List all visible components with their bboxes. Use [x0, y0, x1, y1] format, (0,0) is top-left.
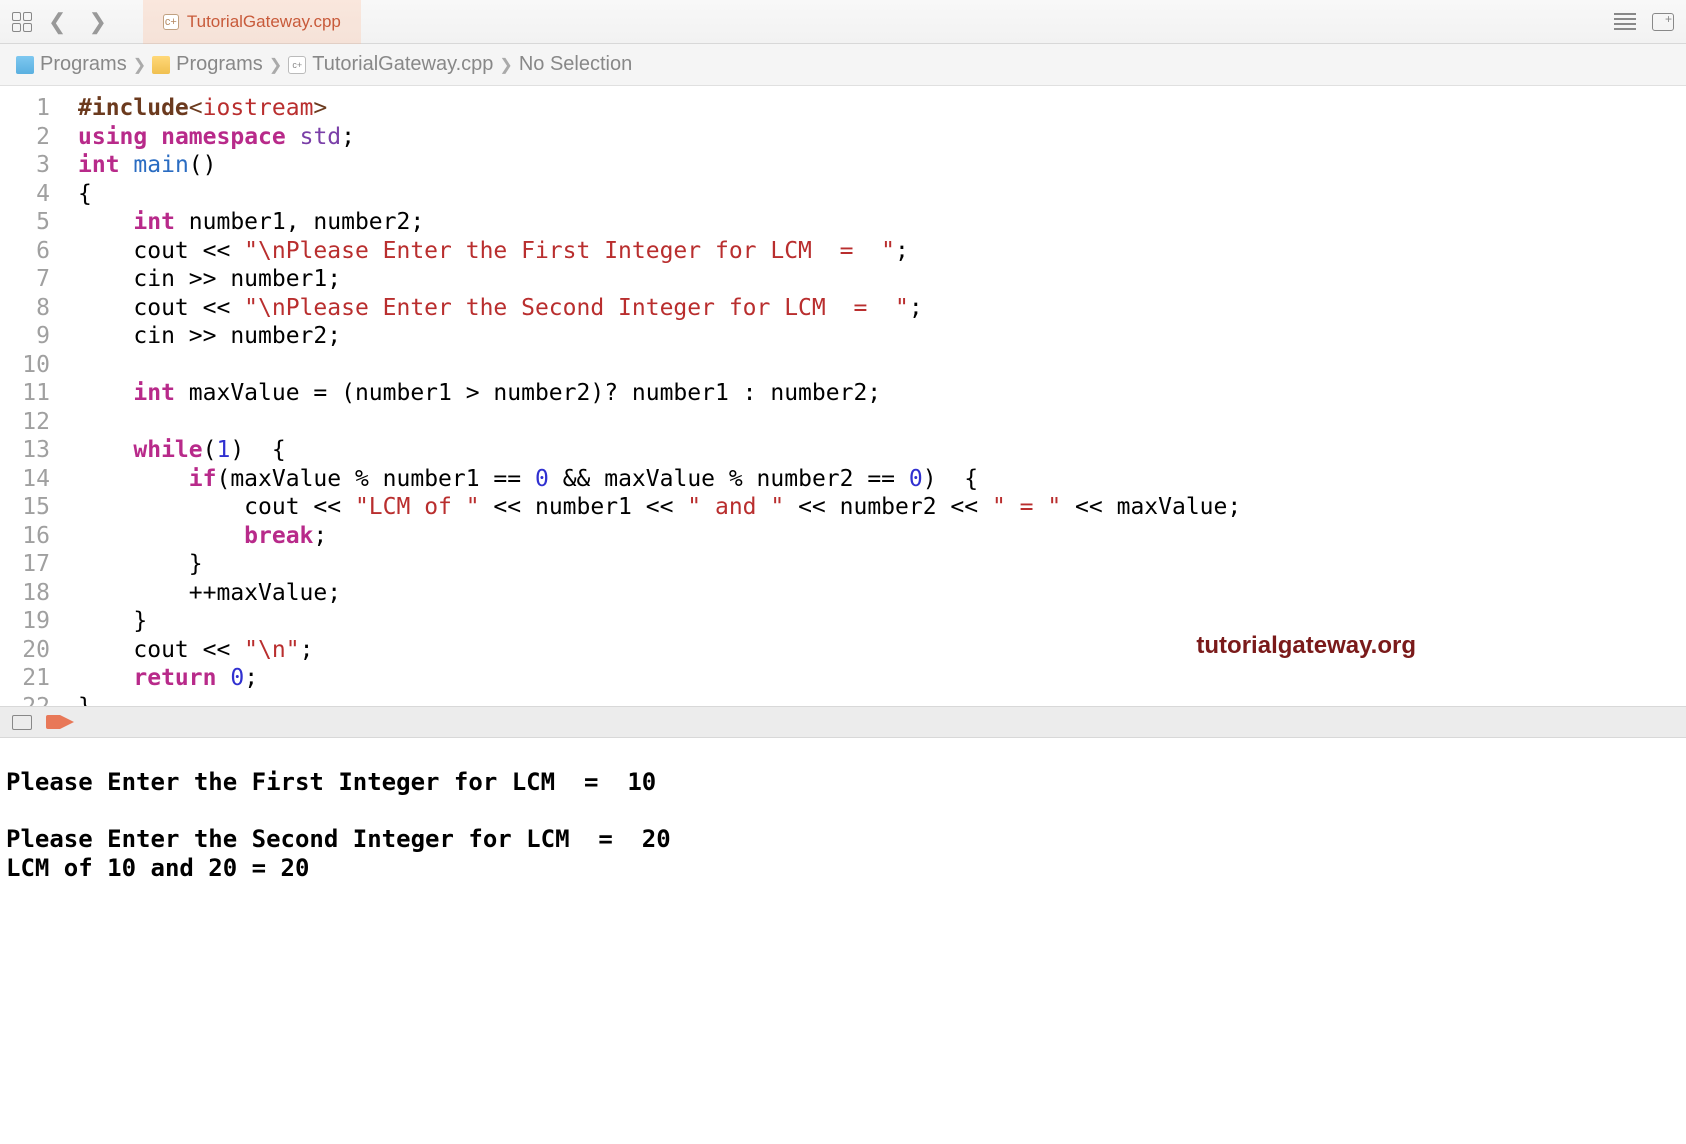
console-line: LCM of 10 and 20 = 20: [6, 854, 309, 882]
console-output[interactable]: Please Enter the First Integer for LCM =…: [0, 738, 1686, 890]
code-content[interactable]: #include<iostream> using namespace std; …: [64, 86, 1686, 706]
lines-icon[interactable]: [1614, 13, 1636, 30]
file-tab[interactable]: c+ TutorialGateway.cpp: [143, 0, 361, 44]
console-panel-icon[interactable]: [12, 715, 32, 730]
tab-label: TutorialGateway.cpp: [187, 12, 341, 32]
cpp-icon: c+: [288, 56, 306, 74]
top-toolbar: ❮ ❯ c+ TutorialGateway.cpp: [0, 0, 1686, 44]
breadcrumb-item[interactable]: Programs: [40, 53, 127, 76]
back-arrow-icon[interactable]: ❮: [42, 9, 72, 35]
chevron-right-icon: ❯: [499, 55, 512, 75]
cpp-file-icon: c+: [163, 14, 179, 30]
console-toolbar: [0, 706, 1686, 738]
breadcrumb-bar: Programs ❯ Programs ❯ c+ TutorialGateway…: [0, 44, 1686, 86]
code-editor[interactable]: 1 2 3 4 5 6 7 8 9 10 11 12 13 14 15 16 1…: [0, 86, 1686, 706]
chevron-right-icon: ❯: [133, 55, 146, 75]
watermark-text: tutorialgateway.org: [1196, 632, 1416, 660]
breakpoint-tag-icon[interactable]: [60, 715, 74, 729]
breadcrumb-selection[interactable]: No Selection: [519, 53, 632, 76]
chevron-right-icon: ❯: [269, 55, 282, 75]
folder-icon: [152, 56, 170, 74]
project-icon: [16, 56, 34, 74]
grid-icon[interactable]: [12, 12, 32, 32]
add-panel-icon[interactable]: [1652, 13, 1674, 31]
console-line: Please Enter the First Integer for LCM =…: [6, 768, 656, 796]
breadcrumb-item[interactable]: TutorialGateway.cpp: [312, 53, 493, 76]
console-line: Please Enter the Second Integer for LCM …: [6, 825, 671, 853]
breadcrumb-item[interactable]: Programs: [176, 53, 263, 76]
line-number-gutter: 1 2 3 4 5 6 7 8 9 10 11 12 13 14 15 16 1…: [0, 86, 64, 706]
toolbar-right: [1614, 13, 1674, 31]
forward-arrow-icon[interactable]: ❯: [82, 9, 112, 35]
